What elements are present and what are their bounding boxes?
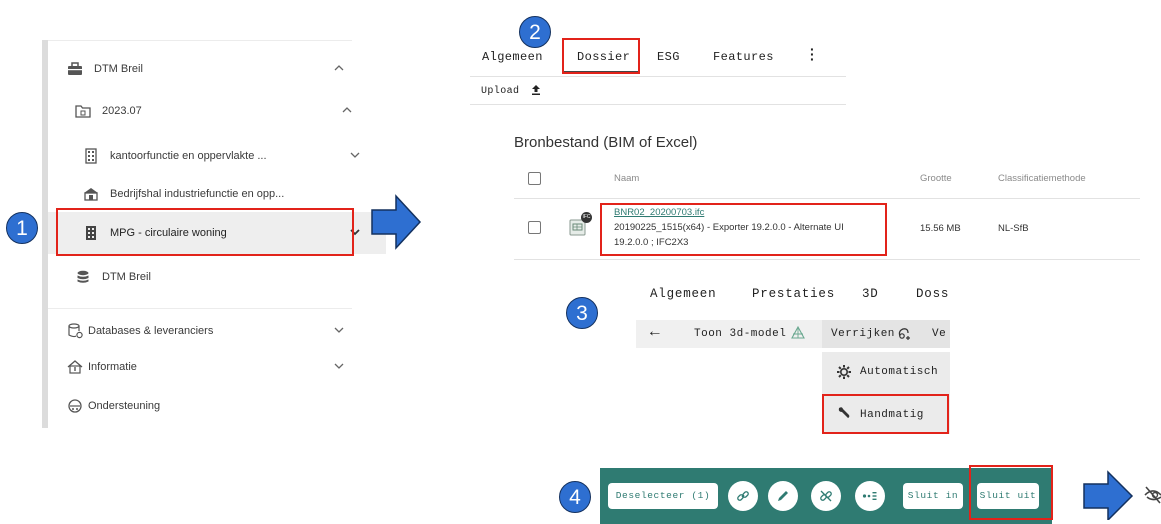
folder-icon [74,103,92,119]
unlink-button[interactable] [811,481,841,511]
warehouse-icon [82,186,100,202]
sidebar-item-label: DTM Breil [102,271,151,283]
upload-label[interactable]: Upload [481,86,519,97]
divider [470,104,846,105]
unlink-icon [820,490,832,502]
sidebar-item-label: Ondersteuning [88,400,161,412]
sidebar-item-2023-07[interactable]: 2023.07 [48,90,378,132]
edit-button[interactable] [768,481,798,511]
tab-3d[interactable]: 3D [862,287,879,301]
tab-dossier-partial[interactable]: Doss [916,287,950,301]
upload-icon[interactable] [530,84,542,96]
deselect-button[interactable]: Deselecteer (1) [608,483,718,509]
classification-method: NL-SfB [998,223,1029,234]
link-icon [737,491,749,501]
select-all-checkbox[interactable] [528,172,541,185]
support-icon [66,398,84,414]
step-badge-2: 2 [519,16,551,48]
back-arrow-icon[interactable]: ← [650,323,660,341]
highlight-box-sluit-uit [969,465,1053,520]
database-settings-icon [66,323,84,339]
cube-icon [791,325,805,339]
building-icon [82,148,100,164]
divider [48,40,352,41]
briefcase-icon [66,61,84,77]
highlight-box-mpg [56,208,354,256]
section-title: Bronbestand (BIM of Excel) [514,134,698,151]
dropdown-item-automatisch[interactable]: Automatisch [860,366,938,378]
verrijken-button[interactable]: Verrijken [831,328,895,340]
sidebar-item-label: kantoorfunctie en oppervlakte ... [110,150,267,162]
sidebar-item-label: DTM Breil [94,63,143,75]
sidebar-item-label: Informatie [88,361,137,373]
sidebar-item-kantoorfunctie[interactable]: kantoorfunctie en oppervlakte ... [48,135,386,177]
hierarchy-icon [862,492,877,500]
chevron-down-icon[interactable] [332,323,346,337]
sidebar-item-ondersteuning[interactable]: Ondersteuning [48,385,370,427]
highlight-box-dossier [562,38,640,74]
tab-prestaties[interactable]: Prestaties [752,287,835,301]
chevron-down-icon[interactable] [332,359,346,373]
arrow-right-icon [371,194,422,250]
arrow-right-icon [1083,470,1134,520]
sidebar-item-dtm-breil[interactable]: DTM Breil [48,48,370,90]
sidebar-item-label: 2023.07 [102,105,142,117]
column-header-grootte[interactable]: Grootte [920,173,952,184]
row-checkbox[interactable] [528,221,541,234]
column-header-classificatiemethode[interactable]: Classificatiemethode [998,173,1086,184]
step-badge-4: 4 [559,481,591,513]
sluit-in-button[interactable]: Sluit in [903,483,963,509]
tab-algemeen[interactable]: Algemeen [482,50,543,64]
file-type-badge: IFC [581,212,592,223]
chevron-up-icon[interactable] [340,103,354,117]
tab-esg[interactable]: ESG [657,50,680,64]
highlight-box-file [600,203,887,256]
tab-algemeen[interactable]: Algemeen [650,287,716,301]
sidebar-item-informatie[interactable]: Informatie [48,346,370,388]
divider [514,198,1140,199]
sidebar-item-dtm-breil-database[interactable]: DTM Breil [48,256,378,298]
file-size: 15.56 MB [920,223,961,234]
pencil-icon [778,491,788,501]
gear-icon [837,365,851,379]
chevron-up-icon[interactable] [332,61,346,75]
ifc-file-icon: IFC [568,212,592,237]
step-badge-1: 1 [6,212,38,244]
link-button[interactable] [728,481,758,511]
eye-off-icon [1144,486,1161,504]
truncated-button[interactable]: Ve [932,328,950,340]
toon-3d-model-button[interactable]: Toon 3d-model [694,328,786,340]
divider [48,308,352,309]
enrich-icon [898,328,910,340]
tab-features[interactable]: Features [713,50,774,64]
step-badge-3: 3 [566,297,598,329]
divider [514,259,1140,260]
info-home-icon [66,359,84,375]
structure-button[interactable] [855,481,885,511]
sidebar-item-label: Bedrijfshal industriefunctie en opp... [110,188,285,200]
database-icon [74,269,92,285]
column-header-naam[interactable]: Naam [614,173,639,184]
more-options-icon[interactable]: · · · [810,42,815,66]
divider [470,76,846,77]
sidebar-item-label: Databases & leveranciers [88,325,214,337]
chevron-down-icon[interactable] [348,148,362,162]
highlight-box-handmatig [822,394,949,434]
